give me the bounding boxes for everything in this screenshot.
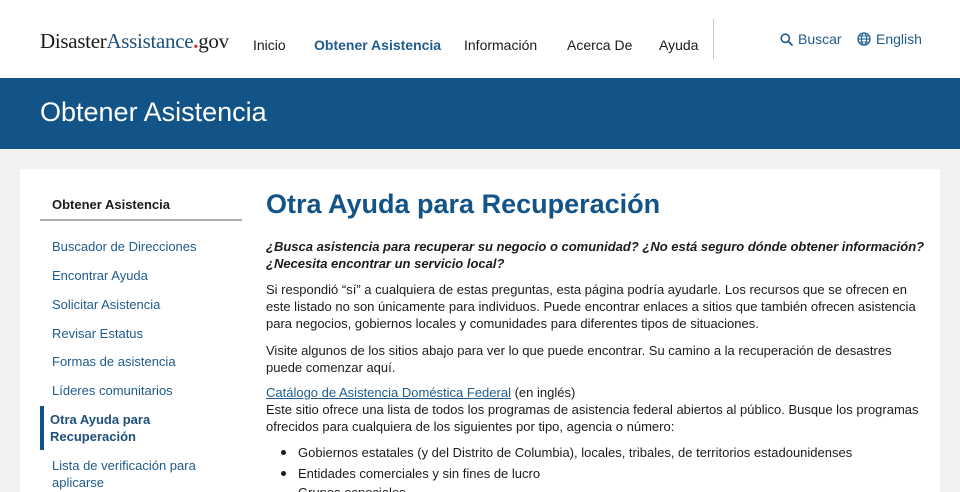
catalog-link[interactable]: Catálogo de Asistencia Doméstica Federal	[266, 385, 511, 400]
list-item: Entidades comerciales y sin fines de luc…	[298, 466, 541, 481]
logo-part-gov: gov	[198, 29, 229, 53]
sidebar-current-indicator	[40, 406, 44, 450]
language-label: English	[876, 31, 922, 47]
search-label: Buscar	[798, 31, 842, 47]
sidebar-item-label-line2: aplicarse	[52, 475, 105, 490]
list-item: Grupos especiales	[298, 484, 406, 492]
nav-divider	[713, 19, 714, 59]
search-icon	[780, 32, 793, 46]
sidebar-item-label: Buscador de Direcciones	[52, 239, 197, 254]
banner-title: Obtener Asistencia	[40, 97, 267, 127]
nav-informacion[interactable]: Información	[464, 37, 537, 53]
nav-acerca-de[interactable]: Acerca De	[567, 37, 632, 53]
sidebar-item-lideres-comunitarios[interactable]: Líderes comunitarios	[52, 382, 173, 399]
sidebar-item-label: Líderes comunitarios	[52, 383, 173, 398]
sidebar-item-label-line2: Recuperación	[50, 429, 136, 444]
intro-questions: ¿Busca asistencia para recuperar su nego…	[266, 239, 925, 271]
bullet-marker	[281, 450, 286, 455]
visit-paragraph: Visite algunos de los sitios abajo para …	[266, 343, 892, 375]
logo-part-assistance: Assistance	[106, 29, 194, 53]
nav-obtener-asistencia[interactable]: Obtener Asistencia	[314, 37, 441, 53]
sidebar-heading: Obtener Asistencia	[52, 197, 171, 212]
sidebar-item-label: Solicitar Asistencia	[52, 297, 161, 312]
page-title: Otra Ayuda para Recuperación	[266, 189, 661, 219]
sidebar-item-formas-asistencia[interactable]: Formas de asistencia	[52, 353, 176, 370]
logo-part-disaster: Disaster	[40, 29, 107, 53]
bullet-marker	[281, 471, 286, 476]
catalog-entry: Catálogo de Asistencia Doméstica Federal…	[266, 384, 926, 401]
sidebar-item-revisar-estatus[interactable]: Revisar Estatus	[52, 325, 143, 342]
globe-icon	[857, 32, 871, 46]
sidebar-item-label: Lista de verificación para	[52, 458, 196, 473]
sidebar-item-label: Otra Ayuda para	[50, 412, 151, 427]
catalog-language-note: (en inglés)	[510, 385, 576, 400]
site-logo[interactable]: DisasterAssistance.gov	[40, 29, 229, 54]
nav-ayuda[interactable]: Ayuda	[659, 37, 698, 53]
language-toggle[interactable]: English	[857, 31, 922, 47]
search-button[interactable]: Buscar	[780, 31, 842, 47]
sidebar-item-lista-verificacion[interactable]: Lista de verificación para aplicarse	[52, 457, 196, 491]
intro-paragraph: Si respondió “sí” a cualquiera de estas …	[266, 282, 916, 331]
sidebar-divider	[40, 219, 242, 221]
sidebar-item-solicitar-asistencia[interactable]: Solicitar Asistencia	[52, 296, 160, 313]
catalog-description: Este sitio ofrece una lista de todos los…	[266, 402, 919, 434]
sidebar-item-label: Encontrar Ayuda	[52, 268, 148, 283]
sidebar-item-label: Formas de asistencia	[52, 354, 176, 369]
nav-inicio[interactable]: Inicio	[253, 37, 286, 53]
sidebar-item-encontrar-ayuda[interactable]: Encontrar Ayuda	[52, 267, 148, 284]
sidebar-item-buscador-direcciones[interactable]: Buscador de Direcciones	[52, 238, 197, 255]
sidebar-item-otra-ayuda[interactable]: Otra Ayuda para Recuperación	[50, 411, 150, 445]
list-item: Gobiernos estatales (y del Distrito de C…	[298, 445, 853, 460]
sidebar-item-label: Revisar Estatus	[52, 326, 144, 341]
